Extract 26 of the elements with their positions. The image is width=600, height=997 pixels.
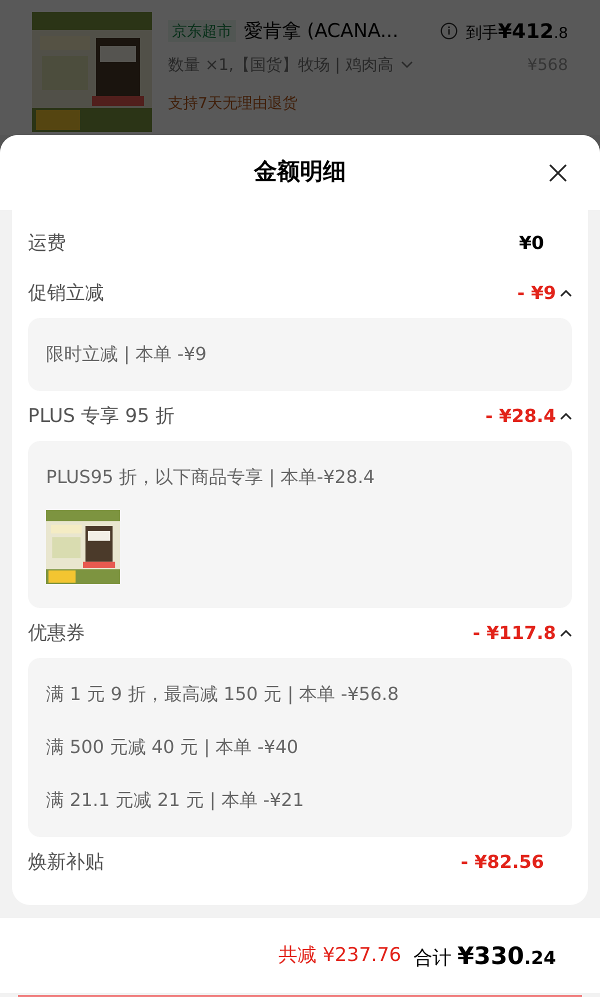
row-amount: - ¥9 [517,282,556,306]
row-amount: - ¥117.8 [472,622,556,646]
total-price: 合计 ¥330.24 [413,940,556,972]
row-label: 优惠券 [28,620,86,646]
store-tag: 京东超市 [168,20,236,42]
chevron-up-icon[interactable] [560,289,572,297]
row-label: 促销立减 [28,280,105,306]
row-label: PLUS 专享 95 折 [28,404,176,429]
chevron-up-icon[interactable] [560,629,572,637]
detail-text: 满 1 元 9 折，最高减 150 元 | 本单 -¥56.8 [46,683,400,707]
total-savings: 共减 ¥237.76 [278,943,402,968]
row-amount: - ¥28.4 [485,404,556,428]
detail-text: 满 21.1 元减 21 元 | 本单 -¥21 [46,789,305,813]
product-title: 愛肯拿 (ACANA... [244,18,398,44]
detail-text: PLUS95 折，以下商品专享 | 本单-¥28.4 [46,466,376,490]
info-icon[interactable] [440,22,458,40]
row-label: 运费 [28,230,67,256]
row-amount: ¥0 [518,232,544,256]
row-amount: - ¥82.56 [460,850,544,874]
detail-text: 限时立减 | 本单 -¥9 [46,343,208,367]
final-price: 到手¥412.8 [466,18,568,45]
return-policy: 支持7天无理由退货 [168,93,299,114]
sheet-title: 金额明细 [254,158,346,188]
detail-text: 满 500 元减 40 元 | 本单 -¥40 [46,736,300,760]
chevron-up-icon[interactable] [560,412,572,420]
row-label: 焕新补贴 [28,850,105,875]
